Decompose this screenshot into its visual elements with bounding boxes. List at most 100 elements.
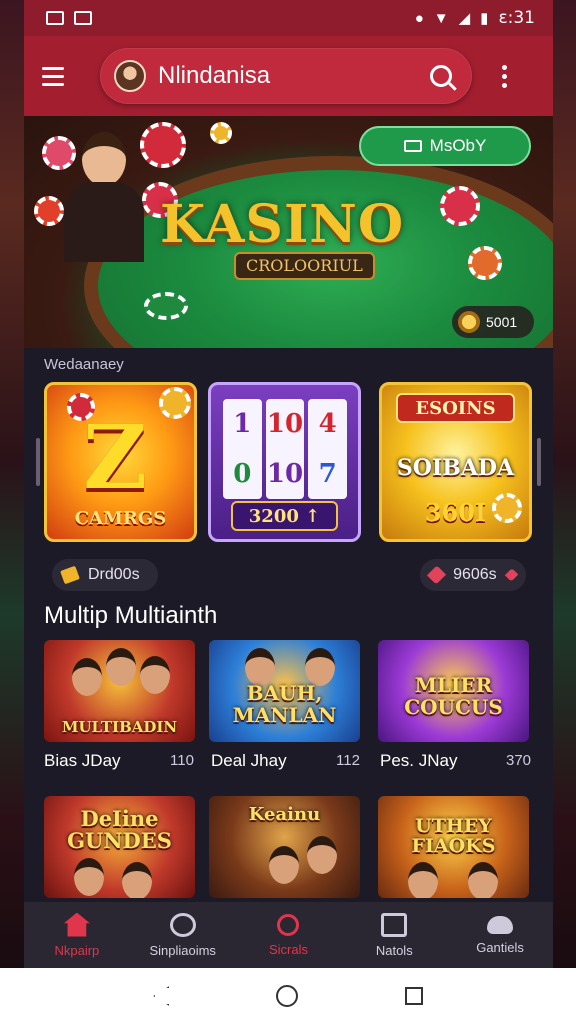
tile-letter: Z (83, 405, 148, 509)
scroll-indicator-left (36, 438, 40, 486)
image-icon (46, 11, 64, 25)
search-input[interactable]: Nlindanisa (158, 62, 430, 90)
ticket-icon (60, 565, 80, 585)
multiplayer-card[interactable]: BAUH, MANLAN (209, 640, 360, 742)
search-icon[interactable] (430, 65, 452, 87)
favorites-pill-label: 9606s (453, 566, 497, 583)
card-label: Pes. JNay (380, 751, 458, 770)
chip-icon (140, 122, 186, 168)
status-time: ε:31 (498, 8, 535, 28)
coin-balance: 5001 (486, 314, 518, 330)
reel-symbol: 4 (318, 409, 337, 439)
signal-icon: ◢ (458, 10, 471, 27)
chat-icon (169, 912, 196, 937)
multiplayer-card[interactable]: MULTIBADIN (44, 640, 195, 742)
chip-icon (144, 292, 188, 320)
search-bar[interactable]: Nlindanisa (100, 48, 472, 104)
search-icon (277, 913, 300, 936)
card-art-title: MLIER COUCUS (404, 673, 503, 719)
hero-banner[interactable]: KASINO CROLOORIUL MsObY 5001 (24, 116, 553, 348)
more-options-icon[interactable] (494, 64, 514, 88)
dealer-figure (64, 118, 144, 262)
game-tile-az[interactable]: Z CAMRGS (44, 382, 197, 542)
app-bar: Nlindanisa (24, 36, 553, 116)
tile-caption: CAMRGS (74, 508, 167, 529)
cloud-icon (487, 915, 514, 934)
player-face (140, 656, 170, 694)
player-face (72, 658, 102, 696)
play-button[interactable]: MsObY (359, 126, 531, 166)
notification-icon (74, 11, 92, 25)
reel-symbol: 1 (233, 409, 252, 439)
hero-title: KASINO (160, 194, 405, 255)
bonus-pill[interactable]: Drd00s (52, 559, 158, 591)
card-label: Bias JDay (44, 751, 121, 770)
reel-symbol: 0 (233, 459, 252, 489)
nav-search[interactable]: Sicrals (238, 913, 338, 957)
scroll-indicator-right (537, 438, 541, 486)
ticket-icon (403, 140, 422, 152)
card-art-title: UTHEY FIAOKS (411, 815, 496, 857)
chip-icon (468, 246, 502, 280)
heart-icon (504, 568, 519, 582)
chip-icon (210, 122, 232, 144)
card-count: 112 (336, 752, 360, 769)
game-tile-soibada[interactable]: ESOINS SOIBADA 360I (379, 382, 532, 542)
back-icon[interactable] (153, 986, 170, 1006)
play-button-label: MsObY (429, 136, 487, 155)
nav-home[interactable]: Nkpairp (27, 912, 127, 958)
slot-reels: 1 0 10 10 4 7 (223, 399, 348, 499)
card-art-title: MULTIBADIN (61, 718, 178, 736)
player-face (468, 862, 498, 898)
news-icon (381, 912, 408, 937)
heart-icon (426, 565, 447, 585)
chip-icon (159, 387, 191, 419)
right-background (552, 0, 576, 1024)
multiplayer-card[interactable]: DeIine GUNDES (44, 796, 195, 898)
nav-news[interactable]: Natols (344, 912, 444, 958)
nav-label: Gantiels (476, 939, 524, 955)
status-bar: ● ▼ ◢ ▮ ε:31 (24, 0, 553, 36)
recent-apps-icon[interactable] (404, 987, 423, 1005)
location-icon: ● (414, 9, 424, 27)
chip-icon (440, 186, 480, 226)
multiplayer-card[interactable]: Keainu (209, 796, 360, 898)
wifi-icon: ▼ (433, 9, 449, 27)
game-tile-slots[interactable]: 1 0 10 10 4 7 3200 ↑ (208, 382, 361, 542)
card-art-title: BAUH, MANLAN (232, 681, 337, 727)
favorites-pill[interactable]: 9606s (420, 559, 526, 591)
tile-title: SOIBADA (396, 455, 515, 481)
home-button-icon[interactable] (275, 985, 298, 1007)
nav-settings[interactable]: Gantiels (450, 915, 550, 955)
featured-section-label: Wedaanaey (44, 356, 124, 373)
player-face (74, 858, 104, 896)
hero-subtitle: CROLOORIUL (234, 252, 375, 280)
reel: 1 0 (223, 399, 262, 499)
bonus-pill-label: Drd00s (88, 566, 140, 583)
tile-caption: 360I (424, 498, 487, 527)
phone-screen: ● ▼ ◢ ▮ ε:31 Nlindanisa KASINO CROLOORIU (24, 0, 553, 1024)
reel: 4 7 (308, 399, 348, 499)
nav-chat[interactable]: Sinpliaoims (133, 912, 233, 958)
multiplayer-card[interactable]: UTHEY FIAOKS (378, 796, 529, 898)
menu-icon[interactable] (42, 60, 74, 92)
nav-label: Sicrals (268, 941, 308, 957)
reel-symbol: 10 (266, 459, 304, 489)
nav-label: Nkpairp (54, 942, 100, 958)
nav-label: Natols (375, 942, 413, 958)
player-face (408, 862, 438, 898)
coin-balance-badge[interactable]: 5001 (452, 306, 534, 338)
nav-label: Sinpliaoims (149, 942, 216, 958)
reel-symbol: 7 (318, 459, 337, 489)
home-icon (63, 912, 90, 937)
battery-icon: ▮ (480, 10, 489, 27)
multiplayer-card[interactable]: MLIER COUCUS (378, 640, 529, 742)
tile-caption: 3200 ↑ (231, 501, 338, 531)
multiplayer-section-title: Multip Multiainth (44, 602, 218, 629)
chip-icon (34, 196, 64, 226)
card-count: 110 (170, 752, 194, 769)
coin-icon (458, 311, 480, 333)
system-navigation-bar (0, 968, 576, 1024)
avatar[interactable] (114, 60, 146, 92)
card-count: 370 (506, 752, 532, 769)
